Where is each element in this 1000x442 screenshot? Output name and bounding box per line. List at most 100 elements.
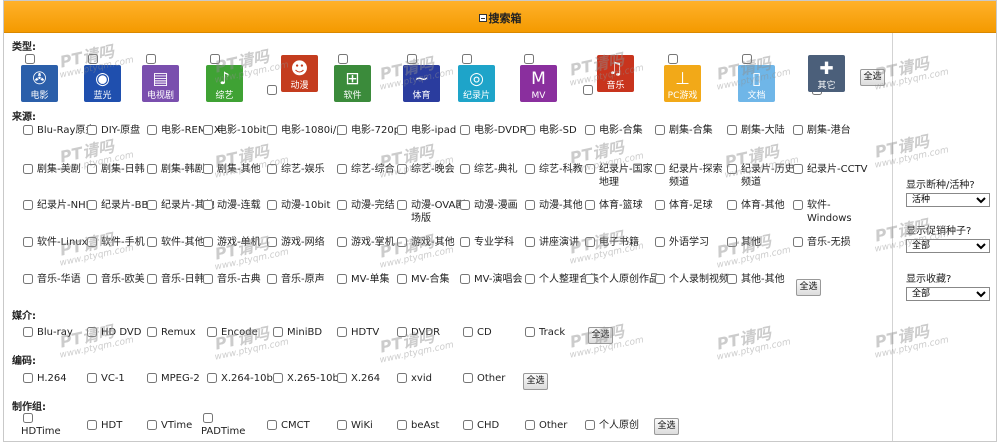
category-checkbox[interactable]	[407, 54, 417, 64]
source-checkbox[interactable]	[147, 125, 157, 135]
category-tile[interactable]: ▯ 文档	[738, 65, 775, 102]
source-checkbox[interactable]	[337, 125, 347, 135]
source-checkbox[interactable]	[727, 125, 737, 135]
group-checkbox[interactable]	[397, 420, 407, 430]
source-checkbox[interactable]	[585, 200, 595, 210]
category-checkbox[interactable]	[462, 54, 472, 64]
media-checkbox[interactable]	[525, 327, 535, 337]
source-checkbox[interactable]	[203, 274, 213, 284]
codec-checkbox[interactable]	[147, 373, 157, 383]
source-checkbox[interactable]	[337, 200, 347, 210]
source-checkbox[interactable]	[525, 200, 535, 210]
source-checkbox[interactable]	[147, 274, 157, 284]
source-checkbox[interactable]	[793, 200, 803, 210]
category-tile[interactable]: ~ 体育	[403, 65, 440, 102]
source-checkbox[interactable]	[727, 164, 737, 174]
group-checkbox[interactable]	[525, 420, 535, 430]
codec-checkbox[interactable]	[397, 373, 407, 383]
source-checkbox[interactable]	[585, 125, 595, 135]
category-checkbox[interactable]	[210, 54, 220, 64]
media-checkbox[interactable]	[397, 327, 407, 337]
category-tile[interactable]: ♫ 音乐	[597, 55, 634, 92]
source-checkbox[interactable]	[585, 237, 595, 247]
source-checkbox[interactable]	[793, 164, 803, 174]
media-checkbox[interactable]	[273, 327, 283, 337]
source-checkbox[interactable]	[203, 125, 213, 135]
source-checkbox[interactable]	[397, 274, 407, 284]
source-checkbox[interactable]	[203, 237, 213, 247]
source-checkbox[interactable]	[337, 164, 347, 174]
media-checkbox[interactable]	[207, 327, 217, 337]
group-checkbox[interactable]	[463, 420, 473, 430]
source-checkbox[interactable]	[727, 237, 737, 247]
source-checkbox[interactable]	[585, 274, 595, 284]
source-checkbox[interactable]	[337, 274, 347, 284]
source-checkbox[interactable]	[655, 125, 665, 135]
group-checkbox[interactable]	[23, 413, 33, 423]
source-checkbox[interactable]	[23, 164, 33, 174]
search-box-header[interactable]: 搜索箱	[4, 1, 996, 33]
media-checkbox[interactable]	[337, 327, 347, 337]
category-checkbox[interactable]	[668, 54, 678, 64]
source-checkbox[interactable]	[397, 125, 407, 135]
group-checkbox[interactable]	[87, 420, 97, 430]
source-checkbox[interactable]	[655, 237, 665, 247]
category-checkbox[interactable]	[146, 54, 156, 64]
source-checkbox[interactable]	[87, 164, 97, 174]
source-checkbox[interactable]	[655, 164, 665, 174]
source-checkbox[interactable]	[147, 200, 157, 210]
category-checkbox[interactable]	[88, 54, 98, 64]
group-checkbox[interactable]	[337, 420, 347, 430]
source-checkbox[interactable]	[147, 164, 157, 174]
category-checkbox[interactable]	[25, 54, 35, 64]
source-checkbox[interactable]	[655, 274, 665, 284]
source-checkbox[interactable]	[460, 200, 470, 210]
media-checkbox[interactable]	[463, 327, 473, 337]
group-checkbox[interactable]	[585, 420, 595, 430]
source-checkbox[interactable]	[267, 237, 277, 247]
category-tile[interactable]: ⊥ PC游戏	[664, 65, 701, 102]
media-checkbox[interactable]	[23, 327, 33, 337]
category-tile[interactable]: ▤ 电视剧	[142, 65, 179, 102]
source-checkbox[interactable]	[727, 274, 737, 284]
select-all-sources-button[interactable]: 全选	[796, 279, 821, 296]
codec-checkbox[interactable]	[23, 373, 33, 383]
group-checkbox[interactable]	[267, 420, 277, 430]
source-checkbox[interactable]	[793, 237, 803, 247]
source-checkbox[interactable]	[460, 237, 470, 247]
category-tile[interactable]: ☻ 动漫	[281, 55, 318, 92]
category-tile[interactable]: ◎ 纪录片	[458, 65, 495, 102]
source-checkbox[interactable]	[267, 200, 277, 210]
source-checkbox[interactable]	[267, 274, 277, 284]
collapse-icon[interactable]	[478, 14, 487, 22]
source-checkbox[interactable]	[87, 274, 97, 284]
source-checkbox[interactable]	[337, 237, 347, 247]
source-checkbox[interactable]	[23, 125, 33, 135]
source-checkbox[interactable]	[203, 200, 213, 210]
codec-checkbox[interactable]	[273, 373, 283, 383]
codec-checkbox[interactable]	[337, 373, 347, 383]
source-checkbox[interactable]	[460, 274, 470, 284]
category-tile[interactable]: ◉ 蓝光	[84, 65, 121, 102]
select-all-media-button[interactable]: 全选	[588, 327, 613, 344]
show-fav-select[interactable]: 全部	[906, 287, 990, 301]
source-checkbox[interactable]	[460, 164, 470, 174]
category-checkbox[interactable]	[524, 54, 534, 64]
source-checkbox[interactable]	[87, 200, 97, 210]
category-checkbox[interactable]	[742, 54, 752, 64]
source-checkbox[interactable]	[203, 164, 213, 174]
media-checkbox[interactable]	[147, 327, 157, 337]
source-checkbox[interactable]	[525, 164, 535, 174]
group-checkbox[interactable]	[203, 413, 213, 423]
category-tile[interactable]: M MV	[520, 65, 557, 102]
media-checkbox[interactable]	[87, 327, 97, 337]
source-checkbox[interactable]	[525, 125, 535, 135]
category-tile[interactable]: ✇ 电影	[21, 65, 58, 102]
category-tile[interactable]: ♪ 综艺	[206, 65, 243, 102]
category-checkbox[interactable]	[338, 54, 348, 64]
category-tile[interactable]: ⊞ 软件	[334, 65, 371, 102]
source-checkbox[interactable]	[23, 237, 33, 247]
select-all-groups-button[interactable]: 全选	[654, 418, 679, 435]
source-checkbox[interactable]	[397, 200, 407, 210]
source-checkbox[interactable]	[585, 164, 595, 174]
